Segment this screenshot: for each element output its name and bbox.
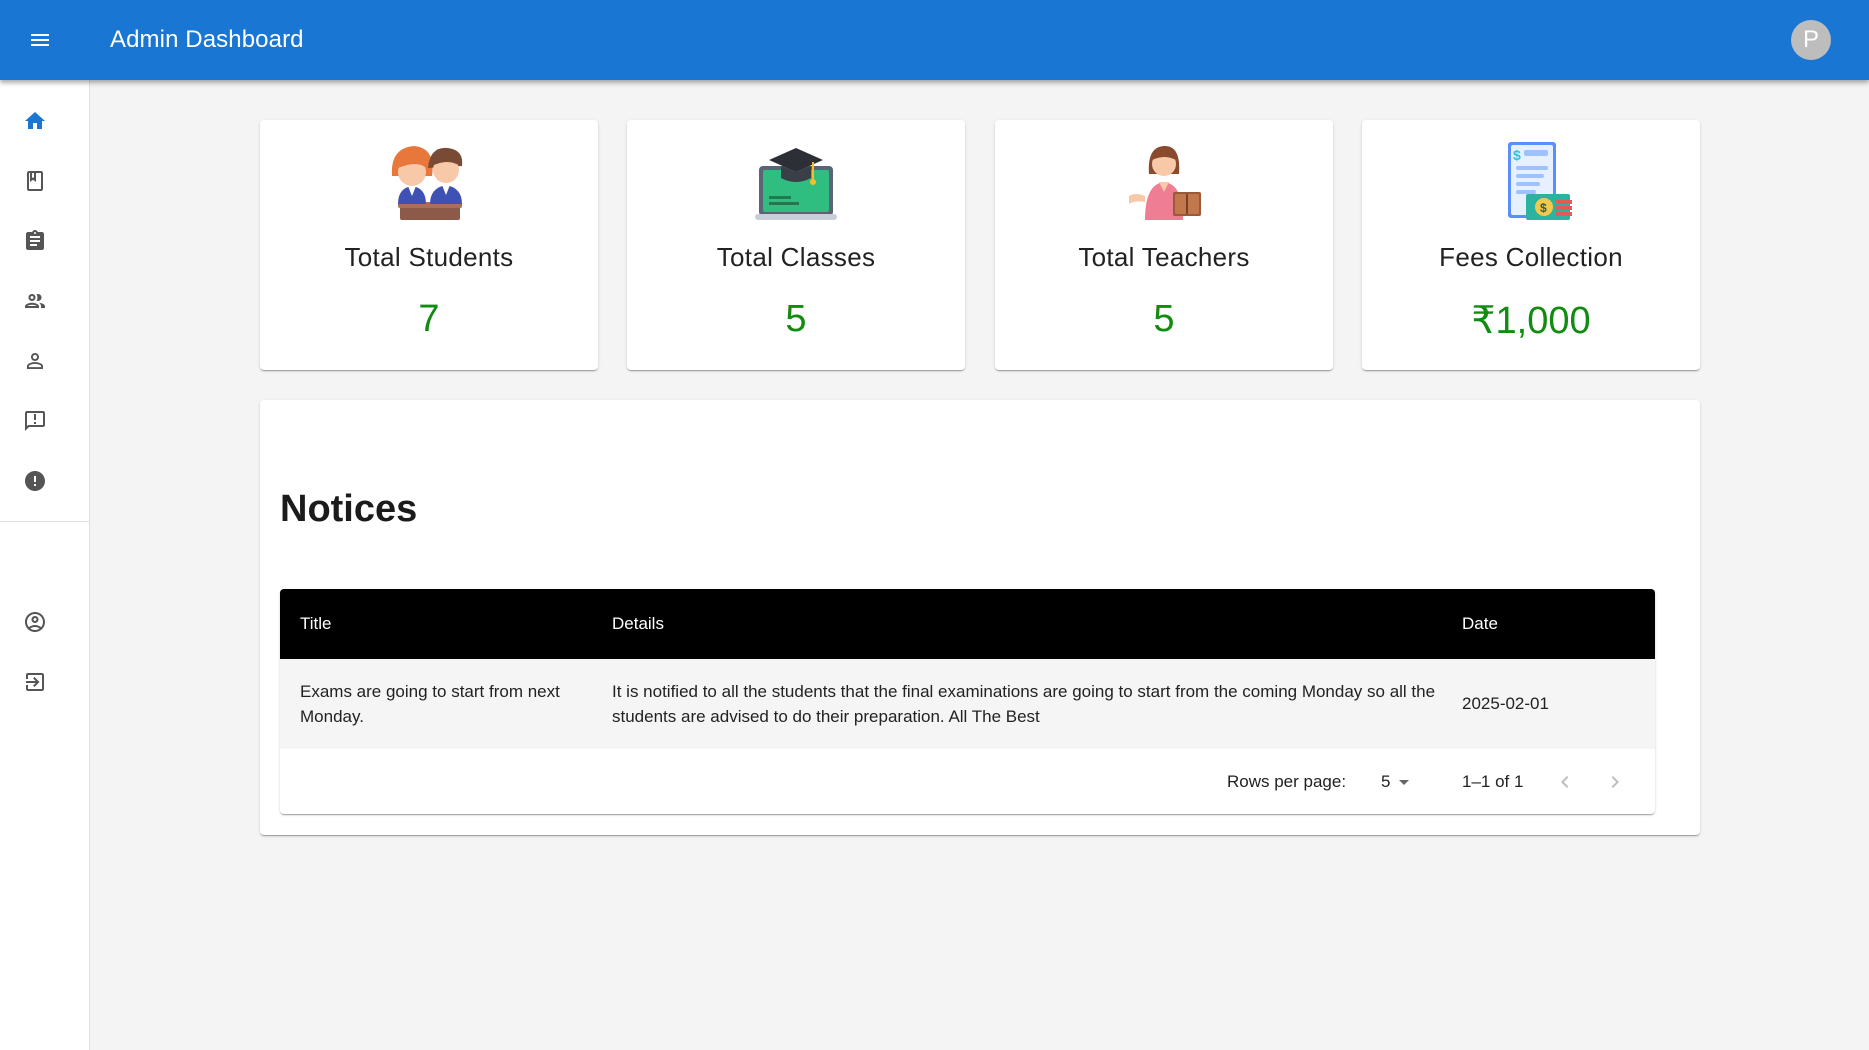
report-icon — [25, 471, 45, 491]
rows-per-page-label: Rows per page: — [1227, 772, 1347, 791]
notices-heading: Notices — [280, 488, 418, 530]
stat-value: ₹1,000 — [1471, 300, 1591, 342]
table-row[interactable]: Exams are going to start from next Monda… — [280, 659, 1655, 749]
menu-icon — [31, 34, 49, 46]
cell-details: It is notified to all the students that … — [612, 682, 1436, 726]
svg-text:$: $ — [1540, 201, 1547, 215]
sidebar-item-logout[interactable] — [0, 652, 89, 712]
notices-panel: Notices Title Details Date Exams are goi… — [260, 400, 1700, 835]
stat-card-classes: Total Classes 5 — [627, 120, 965, 370]
rows-per-page-value: 5 — [1381, 772, 1391, 791]
teacher-illustration-icon — [1129, 146, 1201, 220]
column-header-details[interactable]: Details — [612, 589, 664, 659]
assignment-icon — [26, 230, 44, 250]
stat-card-students: Total Students 7 — [260, 120, 598, 370]
svg-text:$: $ — [1513, 147, 1521, 163]
sidebar-item-teachers[interactable] — [0, 271, 89, 331]
exit-icon — [26, 673, 44, 691]
supervisor-icon — [25, 294, 45, 308]
students-illustration-icon — [391, 146, 463, 220]
pagination-range: 1–1 of 1 — [1462, 772, 1524, 791]
home-icon — [25, 112, 45, 129]
app-bar: Admin Dashboard P — [0, 0, 1869, 80]
chevron-left-icon — [1561, 775, 1569, 788]
sidebar — [0, 80, 90, 1050]
fees-illustration-icon: $ $ — [1508, 142, 1572, 220]
stat-label: Total Teachers — [1078, 242, 1250, 272]
stat-card-fees: $ $ Fees Collection ₹1,000 — [1362, 120, 1700, 370]
stat-value: 5 — [1153, 298, 1175, 340]
notices-table: Title Details Date Exams are going to st… — [280, 589, 1655, 814]
next-page-button[interactable] — [1595, 749, 1635, 814]
sidebar-item-home[interactable] — [0, 91, 89, 151]
sidebar-item-classes[interactable] — [0, 151, 89, 211]
chevron-right-icon — [1611, 775, 1619, 788]
classes-illustration-icon — [755, 148, 837, 220]
column-header-date[interactable]: Date — [1462, 589, 1498, 659]
sidebar-item-complains[interactable] — [0, 451, 89, 511]
previous-page-button[interactable] — [1545, 749, 1585, 814]
stat-label: Total Students — [344, 242, 514, 272]
sidebar-divider — [0, 521, 89, 522]
avatar[interactable]: P — [1791, 20, 1831, 60]
app-title: Admin Dashboard — [110, 26, 304, 53]
class-icon — [27, 171, 43, 191]
rows-per-page-select[interactable]: 5 — [1381, 749, 1416, 814]
cell-date: 2025-02-01 — [1462, 694, 1549, 713]
stat-label: Fees Collection — [1439, 242, 1623, 272]
sidebar-item-subjects[interactable] — [0, 211, 89, 271]
person-icon — [27, 353, 43, 369]
stat-value: 5 — [785, 298, 807, 340]
sidebar-item-students[interactable] — [0, 331, 89, 391]
menu-button[interactable] — [16, 16, 64, 64]
sidebar-item-notices[interactable] — [0, 391, 89, 451]
table-header: Title Details Date — [280, 589, 1655, 659]
account-circle-icon — [25, 612, 45, 632]
table-pagination: Rows per page: 5 1–1 of 1 — [280, 749, 1655, 814]
announcement-icon — [25, 411, 45, 431]
cell-title: Exams are going to start from next Monda… — [300, 682, 560, 726]
stat-card-teachers: Total Teachers 5 — [995, 120, 1333, 370]
sidebar-item-profile[interactable] — [0, 592, 89, 652]
caret-down-icon — [1399, 779, 1410, 785]
stat-label: Total Classes — [716, 242, 876, 272]
stat-value: 7 — [418, 298, 440, 340]
column-header-title[interactable]: Title — [300, 589, 332, 659]
